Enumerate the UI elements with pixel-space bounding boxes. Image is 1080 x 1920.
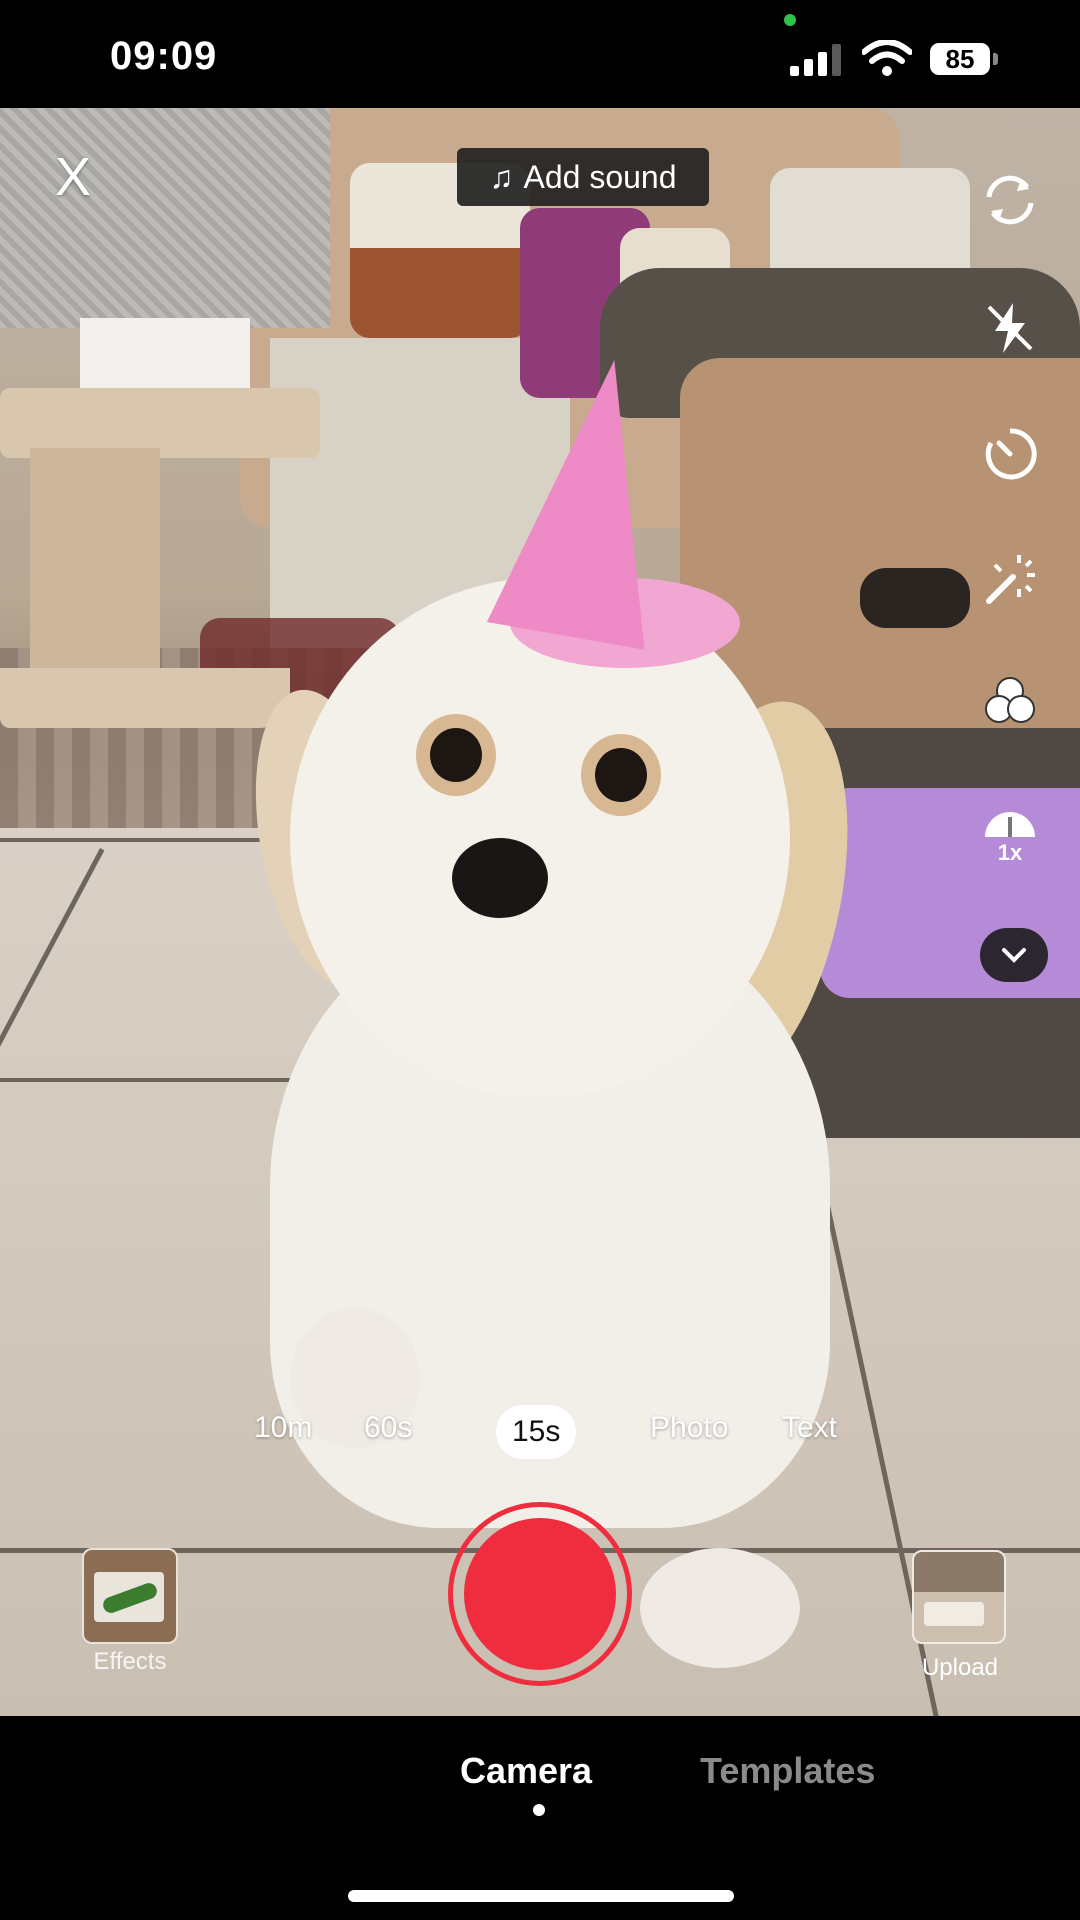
add-sound-label: Add sound xyxy=(523,158,677,195)
flip-camera-button[interactable] xyxy=(970,160,1050,240)
dog-eye xyxy=(595,748,647,802)
flash-off-icon xyxy=(987,303,1033,353)
battery-level: 85 xyxy=(930,43,990,75)
scene-recliner-handle xyxy=(860,568,970,628)
flash-button[interactable] xyxy=(970,288,1050,368)
capture-mode-selector: 10m 60s 15s Photo Text xyxy=(0,1405,1080,1461)
upload-label: Upload xyxy=(921,1654,999,1681)
dog-paw xyxy=(640,1548,800,1668)
filters-button[interactable] xyxy=(970,662,1050,742)
battery-cap xyxy=(993,53,998,65)
effects-button[interactable] xyxy=(82,1548,178,1644)
camera-preview[interactable] xyxy=(0,108,1080,1716)
record-button[interactable] xyxy=(464,1518,616,1670)
status-time: 09:09 xyxy=(110,34,218,78)
battery-icon: 85 xyxy=(930,43,1000,75)
dog-head xyxy=(290,578,790,1098)
add-sound-button[interactable]: ♫ Add sound xyxy=(457,148,709,206)
timer-icon xyxy=(985,428,1037,480)
mode-60s[interactable]: 60s xyxy=(364,1411,412,1445)
status-bar: 09:09 85 xyxy=(0,0,1080,108)
home-indicator xyxy=(348,1890,734,1902)
wifi-icon xyxy=(862,40,912,76)
active-tab-indicator xyxy=(533,1804,545,1816)
mode-10m[interactable]: 10m xyxy=(254,1411,312,1445)
speed-label: 1x xyxy=(997,840,1023,865)
music-note-icon: ♫ xyxy=(489,158,514,195)
mode-photo[interactable]: Photo xyxy=(650,1411,728,1445)
beauty-wand-icon xyxy=(986,555,1035,604)
dog-eye xyxy=(430,728,482,782)
signal-icon xyxy=(790,44,841,76)
camera-in-use-indicator xyxy=(784,14,796,26)
upload-thumbnail xyxy=(924,1602,984,1626)
beauty-button[interactable] xyxy=(970,540,1050,620)
timer-button[interactable] xyxy=(970,414,1050,494)
effects-label: Effects xyxy=(93,1648,167,1675)
tab-templates[interactable]: Templates xyxy=(700,1750,875,1792)
upload-thumbnail xyxy=(914,1552,1004,1592)
speed-button[interactable]: 1x xyxy=(970,788,1050,868)
scene-coffee-table xyxy=(30,448,160,678)
mode-15s[interactable]: 15s xyxy=(496,1405,577,1459)
tab-camera[interactable]: Camera xyxy=(460,1750,592,1792)
flip-camera-icon xyxy=(986,175,1034,225)
chevron-down-icon xyxy=(1002,948,1026,963)
filters-icon xyxy=(985,677,1035,723)
more-tools-button[interactable] xyxy=(980,928,1048,982)
scene-coffee-table xyxy=(0,668,290,728)
scene-blanket xyxy=(0,108,330,328)
close-button[interactable]: X xyxy=(38,142,108,212)
scene-pillow xyxy=(350,248,530,338)
scene-box xyxy=(80,318,250,388)
dog-nose xyxy=(452,838,548,918)
upload-button[interactable] xyxy=(912,1550,1006,1644)
mode-text[interactable]: Text xyxy=(782,1411,837,1445)
